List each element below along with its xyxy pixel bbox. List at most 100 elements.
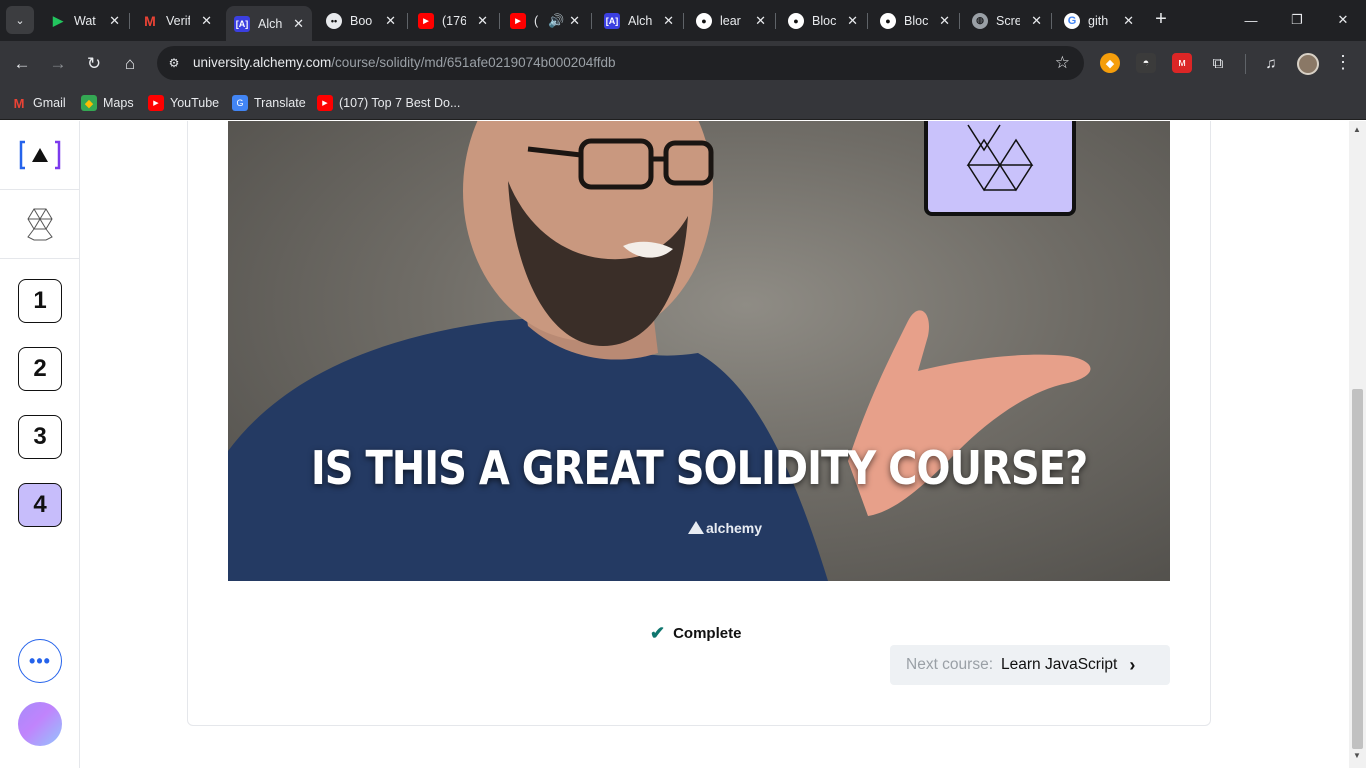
tab-search-button[interactable]: ⌄ — [6, 6, 34, 34]
mendeley-extension-icon[interactable]: ᴍ — [1172, 53, 1192, 73]
github-icon: ● — [696, 12, 712, 29]
bookmark-label: Maps — [103, 96, 134, 110]
close-tab-icon[interactable]: ✕ — [569, 13, 580, 29]
step-3-button[interactable]: 3 — [18, 415, 62, 459]
speaker-icon[interactable]: 🔊 — [548, 13, 564, 29]
close-tab-icon[interactable]: ✕ — [201, 13, 212, 29]
tab-6[interactable]: ▶ ( 🔊 ✕ — [502, 6, 588, 35]
tab-separator — [129, 13, 130, 29]
tab-2[interactable]: M Verif ✕ — [134, 6, 220, 35]
tab-9[interactable]: ● Bloc ✕ — [780, 6, 866, 35]
play-icon: ▶ — [53, 12, 63, 28]
tab-title: lear — [720, 13, 741, 28]
chrome-menu-icon[interactable]: ⋮ — [1334, 52, 1352, 73]
tab-title: Bloc — [812, 13, 836, 28]
close-window-button[interactable]: ✕ — [1321, 6, 1365, 34]
ninja-extension-icon[interactable]: ◓ — [1136, 53, 1156, 73]
close-tab-icon[interactable]: ✕ — [847, 13, 858, 29]
new-tab-button[interactable]: + — [1150, 8, 1172, 30]
address-bar[interactable]: ⚙ university.alchemy.com/course/solidity… — [157, 46, 1084, 80]
close-tab-icon[interactable]: ✕ — [1031, 13, 1042, 29]
hexagon-triangles-icon — [26, 208, 53, 241]
step-2-button[interactable]: 2 — [18, 347, 62, 391]
close-tab-icon[interactable]: ✕ — [939, 13, 950, 29]
user-avatar[interactable] — [18, 702, 62, 746]
svg-text:alchemy: alchemy — [706, 520, 762, 536]
tab-title: Wat — [74, 13, 96, 28]
tab-separator — [867, 13, 868, 29]
step-4-button[interactable]: 4 — [18, 483, 62, 527]
complete-label: Complete — [673, 625, 742, 642]
shield-extension-icon[interactable]: ◆ — [1100, 53, 1120, 73]
bookmark-star-icon[interactable]: ☆ — [1055, 53, 1070, 73]
step-1-button[interactable]: 1 — [18, 279, 62, 323]
alchemy-logo-icon — [19, 140, 60, 170]
extensions-puzzle-icon[interactable]: ⧉ — [1208, 53, 1228, 73]
tab-10[interactable]: ● Bloc ✕ — [872, 6, 958, 35]
close-tab-icon[interactable]: ✕ — [109, 13, 120, 29]
tab-title: Scre — [996, 13, 1020, 28]
github-icon: ● — [880, 12, 896, 29]
tab-7[interactable]: [A] Alch ✕ — [596, 6, 682, 35]
tab-title: gith — [1088, 13, 1109, 28]
bookmarks-bar: M Gmail ◆ Maps ▶ YouTube G Translate ▶ (… — [0, 86, 1366, 120]
maps-icon: ◆ — [81, 95, 97, 111]
tab-separator — [959, 13, 960, 29]
tab-12[interactable]: G gith ✕ — [1056, 6, 1142, 35]
tab-separator — [499, 13, 500, 29]
step-number: 1 — [33, 287, 47, 314]
bookmark-label: Gmail — [33, 96, 66, 110]
scroll-down-arrow-icon[interactable]: ▼ — [1353, 751, 1361, 760]
next-course-button[interactable]: Next course: Learn JavaScript › — [890, 645, 1170, 685]
reload-button[interactable]: ↻ — [80, 50, 108, 78]
alchemy-logo[interactable] — [0, 121, 79, 190]
bookmark-maps[interactable]: ◆ Maps — [81, 93, 134, 113]
back-button[interactable]: ← — [8, 50, 36, 78]
close-tab-icon[interactable]: ✕ — [755, 13, 766, 29]
tab-8[interactable]: ● lear ✕ — [688, 6, 774, 35]
media-controls-icon[interactable]: ♫ — [1261, 53, 1281, 73]
tab-separator — [775, 13, 776, 29]
restore-button[interactable]: ❐ — [1275, 6, 1319, 34]
page-content: 1 2 3 4 ••• alchemy IS THIS A GREAT SOLI… — [0, 121, 1366, 768]
browser-toolbar: ← → ↻ ⌂ ⚙ university.alchemy.com/course/… — [0, 41, 1366, 86]
ghost-icon: •• — [326, 12, 342, 29]
scroll-up-arrow-icon[interactable]: ▲ — [1353, 125, 1361, 134]
close-tab-icon[interactable]: ✕ — [293, 16, 304, 32]
site-settings-icon[interactable]: ⚙ — [166, 55, 182, 71]
tab-title: Alch — [628, 13, 652, 28]
youtube-icon: ▶ — [148, 95, 164, 111]
more-options-button[interactable]: ••• — [18, 639, 62, 683]
bookmark-youtube[interactable]: ▶ YouTube — [148, 93, 219, 113]
course-icon[interactable] — [0, 190, 79, 259]
profile-avatar[interactable] — [1297, 53, 1319, 75]
tab-1[interactable]: ▶ Wat ✕ — [42, 6, 128, 35]
close-tab-icon[interactable]: ✕ — [663, 13, 674, 29]
video-title-overlay: IS THIS A GREAT SOLIDITY COURSE? — [310, 442, 1088, 496]
youtube-icon: ▶ — [510, 12, 526, 29]
close-tab-icon[interactable]: ✕ — [385, 13, 396, 29]
close-tab-icon[interactable]: ✕ — [1123, 13, 1134, 29]
url-host: university.alchemy.com — [193, 55, 332, 70]
tab-5[interactable]: ▶ (176 ✕ — [410, 6, 496, 35]
tab-11[interactable]: ◍ Scre ✕ — [964, 6, 1050, 35]
minimize-button[interactable]: — — [1229, 6, 1273, 34]
tab-3-active[interactable]: [A] Alch ✕ — [226, 6, 312, 41]
url-text[interactable]: university.alchemy.com/course/solidity/m… — [193, 55, 616, 70]
page-scrollbar[interactable]: ▲ ▼ — [1349, 121, 1366, 768]
complete-status[interactable]: ✔ Complete — [650, 623, 741, 644]
close-tab-icon[interactable]: ✕ — [477, 13, 488, 29]
home-icon[interactable]: ⌂ — [116, 50, 144, 78]
bookmark-gmail[interactable]: M Gmail — [11, 93, 66, 113]
forward-button[interactable]: → — [44, 50, 72, 78]
tab-title: Alch — [258, 16, 282, 31]
scroll-thumb[interactable] — [1352, 389, 1363, 749]
bookmark-youtube-video[interactable]: ▶ (107) Top 7 Best Do... — [317, 93, 460, 113]
bookmark-translate[interactable]: G Translate — [232, 93, 306, 113]
video-player[interactable]: alchemy IS THIS A GREAT SOLIDITY COURSE? — [228, 121, 1170, 581]
step-number: 2 — [33, 355, 47, 382]
ellipsis-icon: ••• — [29, 650, 51, 671]
toolbar-divider — [1245, 54, 1246, 74]
google-icon: G — [1064, 12, 1080, 29]
tab-4[interactable]: •• Boo ✕ — [318, 6, 404, 35]
